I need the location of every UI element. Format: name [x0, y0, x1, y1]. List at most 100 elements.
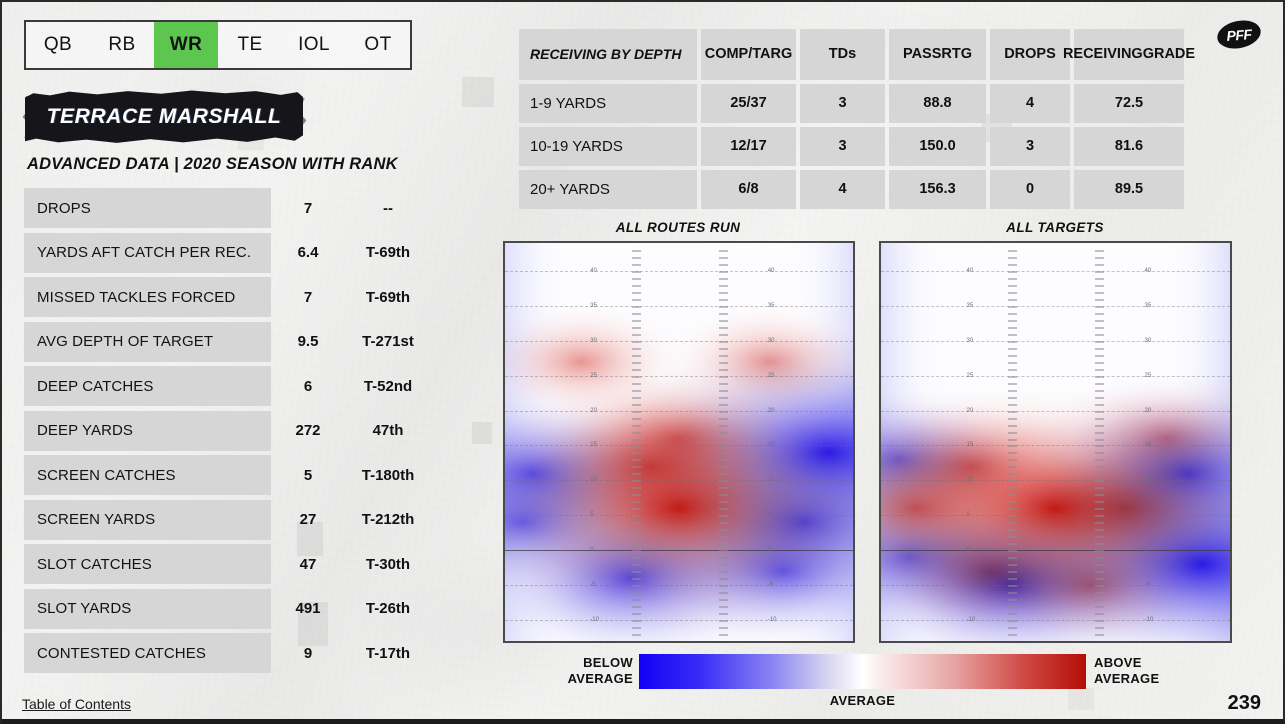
- hash-mark: [718, 431, 728, 434]
- stat-row: DEEP YARDS 272 47th: [24, 410, 414, 456]
- depth-table-header-row: RECEIVING BY DEPTH COMP/TARG TDs PASS RTG DRO…: [519, 29, 1195, 80]
- hash-mark: [1007, 417, 1017, 420]
- y-axis-tick-label: 40: [966, 267, 974, 274]
- paper-smudge: [472, 422, 492, 444]
- hash-mark: [631, 599, 641, 602]
- hash-mark: [1095, 270, 1105, 273]
- tab-te[interactable]: TE: [218, 22, 282, 68]
- hash-mark: [718, 368, 728, 371]
- heatmap-surface: [881, 243, 1230, 641]
- hash-mark: [1007, 522, 1017, 525]
- y-axis-tick-label: 10: [590, 477, 597, 484]
- stat-rank: T-30th: [365, 555, 411, 573]
- hash-mark: [1095, 249, 1105, 252]
- y-axis-tick-label: -10: [966, 617, 976, 624]
- tab-rb[interactable]: RB: [90, 22, 154, 68]
- hash-mark: [1095, 368, 1105, 371]
- color-scale-bar: [639, 654, 1086, 689]
- hash-mark: [1007, 326, 1017, 329]
- stat-label: SCREEN YARDS: [37, 511, 156, 528]
- depth-cell-comp-targ: 25/37: [701, 84, 796, 123]
- header-line-1: RECEIVING BY DEPTH: [530, 46, 682, 63]
- y-axis-tick-label: 10: [767, 477, 775, 484]
- stat-rank: T-69th: [365, 288, 411, 306]
- y-axis-tick-label: 30: [590, 337, 597, 344]
- hash-mark: [631, 312, 641, 315]
- hash-mark: [1095, 256, 1105, 259]
- page-subtitle: ADVANCED DATA | 2020 SEASON WITH RANK: [27, 155, 398, 173]
- heatmap-surface: [505, 243, 853, 641]
- hash-mark: [1007, 410, 1017, 413]
- all-targets-heatmap: -10 -10 -5 -5 0 0 5 5 10 10 15 15 20 20 25 25 30 30 35 35 40…: [879, 241, 1232, 643]
- hash-mark: [1095, 606, 1105, 609]
- y-axis-tick-label: 5: [966, 512, 970, 519]
- table-of-contents-link[interactable]: Table of Contents: [22, 696, 131, 712]
- hash-mark: [718, 312, 728, 315]
- depth-header-cell: TDs: [800, 29, 885, 80]
- depth-cell-receiving-grade: 72.5: [1074, 84, 1184, 123]
- hash-mark: [1095, 445, 1105, 448]
- depth-header-cell: COMP/TARG: [701, 29, 796, 80]
- tab-ot[interactable]: OT: [346, 22, 410, 68]
- hash-mark: [631, 452, 641, 455]
- hash-mark: [718, 543, 728, 546]
- hash-mark: [1095, 396, 1105, 399]
- depth-header-cell: PASS RTG: [889, 29, 986, 80]
- gridline: [505, 375, 853, 377]
- stat-label: DEEP CATCHES: [37, 377, 154, 395]
- hash-mark: [1095, 291, 1105, 294]
- stat-label: SLOT CATCHES: [37, 555, 152, 573]
- hash-mark: [718, 382, 728, 385]
- tab-wr[interactable]: WR: [154, 22, 218, 68]
- y-axis-tick-label: 25: [966, 372, 974, 379]
- gridline: [881, 375, 1230, 377]
- hash-mark-column: [718, 243, 728, 641]
- hash-mark: [1007, 466, 1017, 469]
- hash-mark: [631, 501, 641, 504]
- hash-mark: [1095, 284, 1105, 287]
- tab-iol[interactable]: IOL: [282, 22, 346, 68]
- hash-mark: [1007, 312, 1017, 315]
- tab-qb[interactable]: QB: [26, 22, 90, 68]
- hash-mark: [718, 263, 728, 266]
- header-line-2: RTG: [941, 45, 973, 62]
- stat-value: 7: [303, 199, 313, 217]
- hash-mark: [1095, 466, 1105, 469]
- y-axis-tick-label: 40: [590, 267, 597, 274]
- gridline: [505, 410, 853, 412]
- depth-cell-drops: 3: [990, 127, 1070, 166]
- hash-mark: [1095, 417, 1105, 420]
- hash-mark: [718, 620, 728, 623]
- hash-mark: [631, 494, 641, 497]
- stat-label: CONTESTED CATCHES: [37, 644, 206, 662]
- hash-mark: [1007, 613, 1017, 616]
- gridline: [881, 620, 1230, 622]
- hash-mark: [718, 515, 728, 518]
- header-line-1: COMP/: [704, 45, 753, 62]
- hash-mark: [718, 361, 728, 364]
- hash-mark: [631, 557, 641, 560]
- depth-cell-tds: 4: [800, 170, 885, 209]
- hash-mark: [718, 256, 728, 259]
- hash-mark: [718, 389, 728, 392]
- hash-mark: [1007, 277, 1017, 280]
- stat-row: CONTESTED CATCHES 9 T-17th: [24, 633, 414, 678]
- hash-mark: [1095, 634, 1105, 637]
- stat-rank: T-17th: [365, 644, 411, 662]
- hash-mark: [1095, 354, 1105, 357]
- hash-mark: [631, 424, 641, 427]
- hash-mark: [1007, 487, 1017, 490]
- y-axis-tick-label: 20: [590, 407, 597, 414]
- hash-mark: [631, 256, 641, 259]
- stat-rank: T-52nd: [363, 377, 413, 395]
- hash-mark: [631, 291, 641, 294]
- hash-mark: [1095, 298, 1105, 301]
- hash-mark: [1007, 606, 1017, 609]
- stat-row: MISSED TACKLES FORCED 7 T-69th: [24, 277, 414, 322]
- hash-mark: [718, 634, 728, 637]
- y-axis-tick-label: 35: [1144, 302, 1152, 309]
- gridline: [505, 620, 853, 622]
- stat-row: SLOT CATCHES 47 T-30th: [24, 544, 414, 589]
- hash-mark: [1095, 557, 1105, 560]
- depth-cell-receiving-grade: 89.5: [1074, 170, 1184, 209]
